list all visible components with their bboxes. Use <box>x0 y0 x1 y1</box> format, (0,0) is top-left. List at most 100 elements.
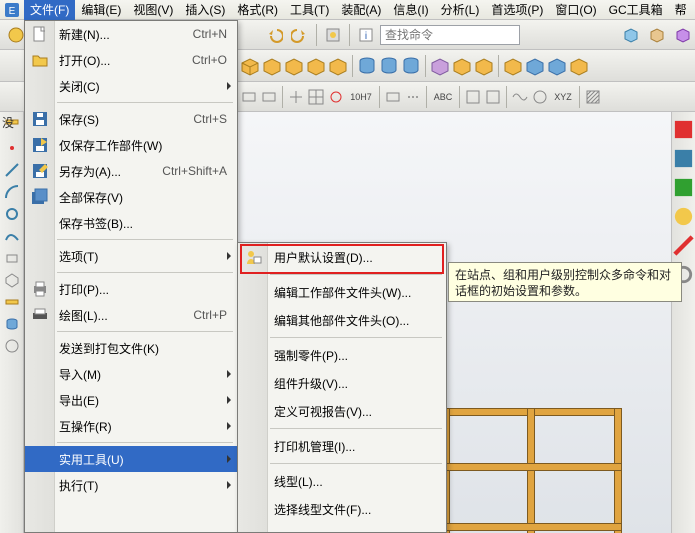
menu-view[interactable]: 视图(V) <box>127 0 179 20</box>
menu-format[interactable]: 格式(R) <box>231 0 284 20</box>
circle-icon[interactable] <box>531 88 549 106</box>
menuitem-m[interactable]: 导入(M) <box>25 361 237 387</box>
menuitem-r[interactable]: 互操作(R) <box>25 413 237 439</box>
menuitem-a[interactable]: 另存为(A)...Ctrl+Shift+A <box>25 158 237 184</box>
menuitem-v[interactable]: 全部保存(V) <box>25 184 237 210</box>
undo-icon[interactable] <box>262 23 286 47</box>
cmd-icon[interactable] <box>321 23 345 47</box>
grid-icon[interactable] <box>307 88 325 106</box>
circle-icon[interactable] <box>4 206 20 222</box>
menu-tools[interactable]: 工具(T) <box>284 0 335 20</box>
cylinder-icon[interactable] <box>401 56 421 76</box>
menu-help[interactable]: 帮 <box>669 0 693 20</box>
xyz-label[interactable]: XYZ <box>551 88 575 106</box>
menuitem-u[interactable]: 实用工具(U) <box>25 446 237 472</box>
nav-icon[interactable] <box>672 118 695 141</box>
menuitem-s[interactable]: 保存(S)Ctrl+S <box>25 106 237 132</box>
menu-window[interactable]: 窗口(O) <box>549 0 602 20</box>
cube1-icon[interactable] <box>619 23 643 47</box>
submenuitem[interactable]: 定义可视报告(V)... <box>238 397 446 425</box>
circle-icon[interactable] <box>327 88 345 106</box>
separator <box>498 55 499 77</box>
rect-icon[interactable] <box>384 88 402 106</box>
rect-icon[interactable] <box>240 88 258 106</box>
menu-gctoolbox[interactable]: GC工具箱 <box>603 0 669 20</box>
box-icon[interactable] <box>452 56 472 76</box>
box-icon[interactable] <box>569 56 589 76</box>
tool-icon[interactable] <box>4 294 20 310</box>
rect-icon[interactable] <box>4 250 20 266</box>
submenuitem[interactable]: 强制零件(P)... <box>238 341 446 369</box>
nav-icon[interactable] <box>672 234 695 257</box>
menuitem-w[interactable]: 仅保存工作部件(W) <box>25 132 237 158</box>
menuitem-shortcut: Ctrl+S <box>193 112 227 126</box>
separator <box>379 86 380 108</box>
menu-preferences[interactable]: 首选项(P) <box>485 0 549 20</box>
menuitem-label: 新建(N)... <box>59 26 110 43</box>
box-icon[interactable] <box>430 56 450 76</box>
box-icon[interactable] <box>547 56 567 76</box>
box-icon[interactable] <box>525 56 545 76</box>
box-icon[interactable] <box>306 56 326 76</box>
menu-assembly[interactable]: 装配(A) <box>335 0 387 20</box>
menu-insert[interactable]: 插入(S) <box>179 0 231 20</box>
abc-label[interactable]: ABC <box>431 88 455 106</box>
menu-file[interactable]: 文件(F) <box>24 0 75 20</box>
dim-10h7[interactable]: 10H7 <box>347 88 375 106</box>
info-icon[interactable]: i <box>354 23 378 47</box>
cube2-icon[interactable] <box>645 23 669 47</box>
nav-icon[interactable] <box>672 205 695 228</box>
menuitem-l[interactable]: 绘图(L)...Ctrl+P <box>25 302 237 328</box>
rect-icon[interactable] <box>464 88 482 106</box>
menu-analysis[interactable]: 分析(L) <box>435 0 486 20</box>
arc-icon[interactable] <box>4 184 20 200</box>
menuitem-t[interactable]: 选项(T) <box>25 243 237 269</box>
menu-edit[interactable]: 编辑(E) <box>75 0 127 20</box>
menu-separator <box>270 463 442 464</box>
menuitem-n[interactable]: 新建(N)...Ctrl+N <box>25 21 237 47</box>
tool-icon[interactable] <box>4 338 20 354</box>
menuitem-b[interactable]: 保存书签(B)... <box>25 210 237 236</box>
box-icon[interactable] <box>262 56 282 76</box>
cylinder-icon[interactable] <box>357 56 377 76</box>
cylinder-icon[interactable] <box>379 56 399 76</box>
submenuitem[interactable]: 编辑工作部件文件头(W)... <box>238 278 446 306</box>
submenuitem[interactable]: 选择线型文件(F)... <box>238 495 446 523</box>
menuitem-p[interactable]: 打印(P)... <box>25 276 237 302</box>
rect-icon[interactable] <box>260 88 278 106</box>
nav-icon[interactable] <box>672 147 695 170</box>
submenuitem[interactable]: 组件升级(V)... <box>238 369 446 397</box>
cube3-icon[interactable] <box>671 23 695 47</box>
hatch-icon[interactable] <box>584 88 602 106</box>
box-icon[interactable] <box>474 56 494 76</box>
redo-icon[interactable] <box>288 23 312 47</box>
box-icon[interactable] <box>328 56 348 76</box>
submenuitem[interactable]: 打印机管理(I)... <box>238 432 446 460</box>
point-icon[interactable] <box>4 140 20 156</box>
wave-icon[interactable] <box>511 88 529 106</box>
menuitem-e[interactable]: 导出(E) <box>25 387 237 413</box>
box-icon[interactable] <box>240 56 260 76</box>
box-icon[interactable] <box>284 56 304 76</box>
box-icon[interactable] <box>503 56 523 76</box>
submenuitem[interactable]: 编辑其他部件文件头(O)... <box>238 306 446 334</box>
saveonly-icon <box>31 136 49 154</box>
submenuitem[interactable]: 线型(L)... <box>238 467 446 495</box>
separator <box>425 55 426 77</box>
rect-icon[interactable] <box>484 88 502 106</box>
polygon-icon[interactable] <box>4 272 20 288</box>
search-input[interactable] <box>380 25 520 45</box>
menuitem-k[interactable]: 发送到打包文件(K) <box>25 335 237 361</box>
menu-info[interactable]: 信息(I) <box>387 0 434 20</box>
curve-icon[interactable] <box>4 228 20 244</box>
dots-icon[interactable] <box>404 88 422 106</box>
menuitem-c[interactable]: 关闭(C) <box>25 73 237 99</box>
svg-text:E: E <box>9 6 16 17</box>
line-icon[interactable] <box>4 162 20 178</box>
submenuitem[interactable]: 用户默认设置(D)... <box>238 243 446 271</box>
menuitem-t[interactable]: 执行(T) <box>25 472 237 498</box>
cylinder-icon[interactable] <box>4 316 20 332</box>
nav-icon[interactable] <box>672 176 695 199</box>
plus-icon[interactable] <box>287 88 305 106</box>
menuitem-o[interactable]: 打开(O)...Ctrl+O <box>25 47 237 73</box>
